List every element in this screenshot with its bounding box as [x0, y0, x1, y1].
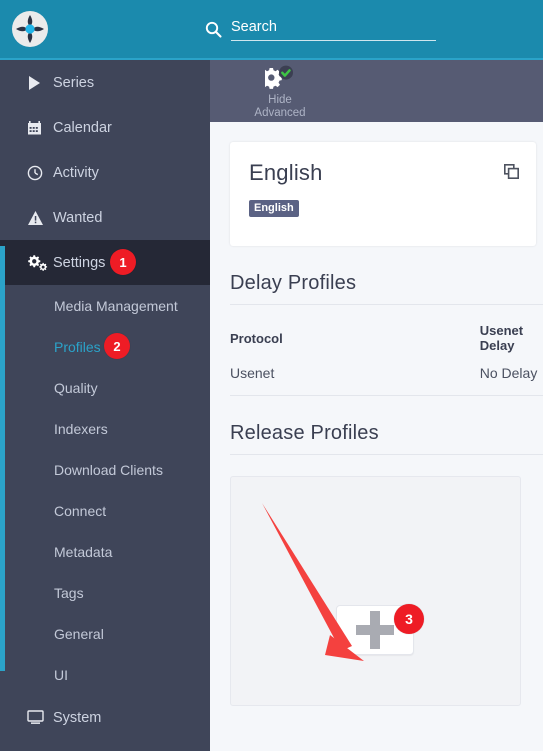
sidebar-item-tags[interactable]: Tags: [0, 572, 210, 613]
page-toolbar: Hide Advanced: [210, 60, 543, 122]
annotation-step-badge-2: 2: [104, 333, 130, 359]
sidebar-subitem-label: Quality: [54, 379, 98, 396]
sidebar-subitem-label: Media Management: [54, 297, 178, 314]
column-header-protocol[interactable]: Protocol: [230, 309, 283, 365]
search-bar[interactable]: [60, 17, 543, 41]
annotation-step-badge-3: 3: [394, 604, 424, 634]
sidebar-item-label: Settings: [53, 254, 106, 271]
column-header-usenet-delay[interactable]: Usenet Delay: [283, 309, 543, 365]
hide-advanced-button[interactable]: Hide Advanced: [243, 60, 317, 120]
search-icon: [205, 21, 222, 38]
sidebar-item-label: Series: [53, 74, 95, 91]
settings-profiles-body: English English Delay Profiles Protocol …: [210, 122, 543, 706]
delay-profiles-heading: Delay Profiles: [230, 272, 543, 305]
sidebar-subitem-label: Profiles: [54, 338, 101, 355]
sidebar-item-profiles[interactable]: Profiles 2: [0, 326, 210, 367]
sidebar-item-connect[interactable]: Connect: [0, 490, 210, 531]
clock-icon: [27, 165, 53, 181]
sidebar-subitem-label: Indexers: [54, 420, 108, 437]
sidebar-item-label: Calendar: [53, 119, 112, 136]
language-profile-card[interactable]: English English: [230, 142, 536, 246]
warning-triangle-icon: [27, 210, 53, 226]
sidebar-item-settings[interactable]: Settings 1: [0, 240, 210, 285]
sidebar-subitem-label: Connect: [54, 502, 107, 519]
sidebar-item-label: System: [53, 709, 102, 726]
annotation-step-badge-1: 1: [110, 249, 136, 275]
release-profiles-heading: Release Profiles: [230, 422, 543, 455]
sidebar-item-calendar[interactable]: Calendar: [0, 105, 210, 150]
sidebar-item-general[interactable]: General: [0, 613, 210, 654]
app-header: [0, 0, 543, 58]
sidebar-subitem-label: Metadata: [54, 543, 113, 560]
sidebar-item-system[interactable]: System: [0, 695, 210, 740]
release-profiles-section: Release Profiles 3: [230, 422, 543, 706]
sonarr-logo-icon: [12, 11, 48, 47]
sidebar-item-download-clients[interactable]: Download Clients: [0, 449, 210, 490]
logo-container[interactable]: [0, 0, 60, 58]
sidebar-subitem-label: Download Clients: [54, 461, 163, 478]
sidebar-item-ui[interactable]: UI: [0, 654, 210, 695]
sidebar-item-label: Activity: [53, 164, 99, 181]
plus-icon: [356, 611, 394, 649]
sidebar-item-activity[interactable]: Activity: [0, 150, 210, 195]
sidebar-item-quality[interactable]: Quality: [0, 367, 210, 408]
play-icon: [27, 75, 53, 91]
delay-profiles-table: Protocol Usenet Delay Usenet No Delay: [230, 309, 543, 396]
search-input[interactable]: [231, 17, 436, 41]
release-profiles-panel: 3: [230, 476, 521, 706]
table-header-row: Protocol Usenet Delay: [230, 309, 543, 365]
gear-check-icon: [260, 65, 295, 91]
cell-protocol: Usenet: [230, 365, 283, 396]
language-tag: English: [249, 200, 299, 217]
clone-icon[interactable]: [504, 164, 520, 184]
main-content: Hide Advanced English English Delay Prof…: [210, 58, 543, 751]
sidebar-item-series[interactable]: Series: [0, 60, 210, 105]
page-title: English: [249, 160, 323, 185]
sidebar-item-metadata[interactable]: Metadata: [0, 531, 210, 572]
sidebar-subitem-label: UI: [54, 666, 68, 683]
sidebar-item-media-management[interactable]: Media Management: [0, 285, 210, 326]
hide-advanced-label-line1: Hide: [268, 94, 292, 106]
sidebar-item-label: Wanted: [53, 209, 103, 226]
sidebar-subitem-label: Tags: [54, 584, 84, 601]
sidebar-subitem-label: General: [54, 625, 104, 642]
sidebar-active-accent: [0, 246, 5, 671]
hide-advanced-label-line2: Advanced: [254, 107, 306, 119]
table-row[interactable]: Usenet No Delay: [230, 365, 543, 396]
sidebar: Series Calendar Activity Wanted Settings…: [0, 58, 210, 751]
sidebar-item-wanted[interactable]: Wanted: [0, 195, 210, 240]
delay-profiles-section: Delay Profiles Protocol Usenet Delay Use…: [230, 272, 543, 396]
gears-icon: [27, 254, 53, 271]
monitor-icon: [27, 710, 53, 725]
sidebar-item-indexers[interactable]: Indexers: [0, 408, 210, 449]
cell-usenet-delay: No Delay: [282, 365, 543, 396]
calendar-icon: [27, 120, 53, 136]
